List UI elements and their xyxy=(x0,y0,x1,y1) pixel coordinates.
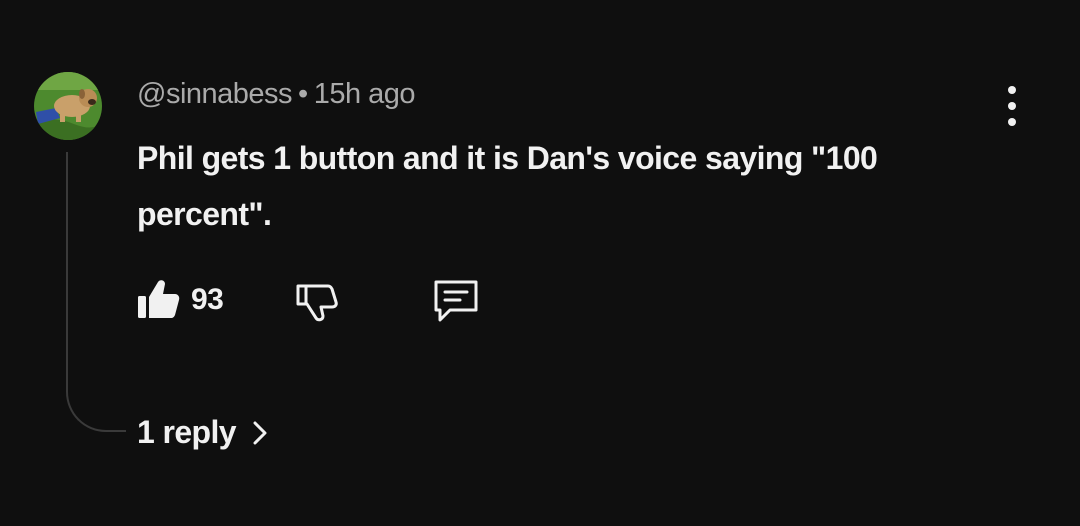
meta-separator: • xyxy=(298,78,308,110)
like-count: 93 xyxy=(191,283,224,316)
more-vert-icon[interactable] xyxy=(994,86,1030,126)
comment-thread: @sinnabess • 15h ago Phil gets 1 button an… xyxy=(0,0,1080,526)
dog-avatar-image xyxy=(34,72,102,140)
dislike-button[interactable] xyxy=(292,278,340,326)
comment-meta: @sinnabess • 15h ago xyxy=(137,78,416,111)
avatar[interactable] xyxy=(34,72,102,140)
thumbs-up-filled-icon xyxy=(138,280,180,318)
chevron-right-icon xyxy=(253,421,267,444)
comment-text: Phil gets 1 button and it is Dan's voice… xyxy=(137,140,878,232)
author-handle[interactable]: @sinnabess xyxy=(137,78,293,110)
comment-time[interactable]: 15h ago xyxy=(314,78,416,110)
thread-line xyxy=(66,152,126,432)
reply-button[interactable] xyxy=(430,276,482,324)
comment-bubble-icon xyxy=(434,280,478,322)
thumbs-down-outline-icon xyxy=(296,284,338,322)
like-button[interactable] xyxy=(134,276,182,324)
view-replies-link[interactable]: 1 reply xyxy=(137,414,270,451)
replies-label: 1 reply xyxy=(137,414,237,450)
